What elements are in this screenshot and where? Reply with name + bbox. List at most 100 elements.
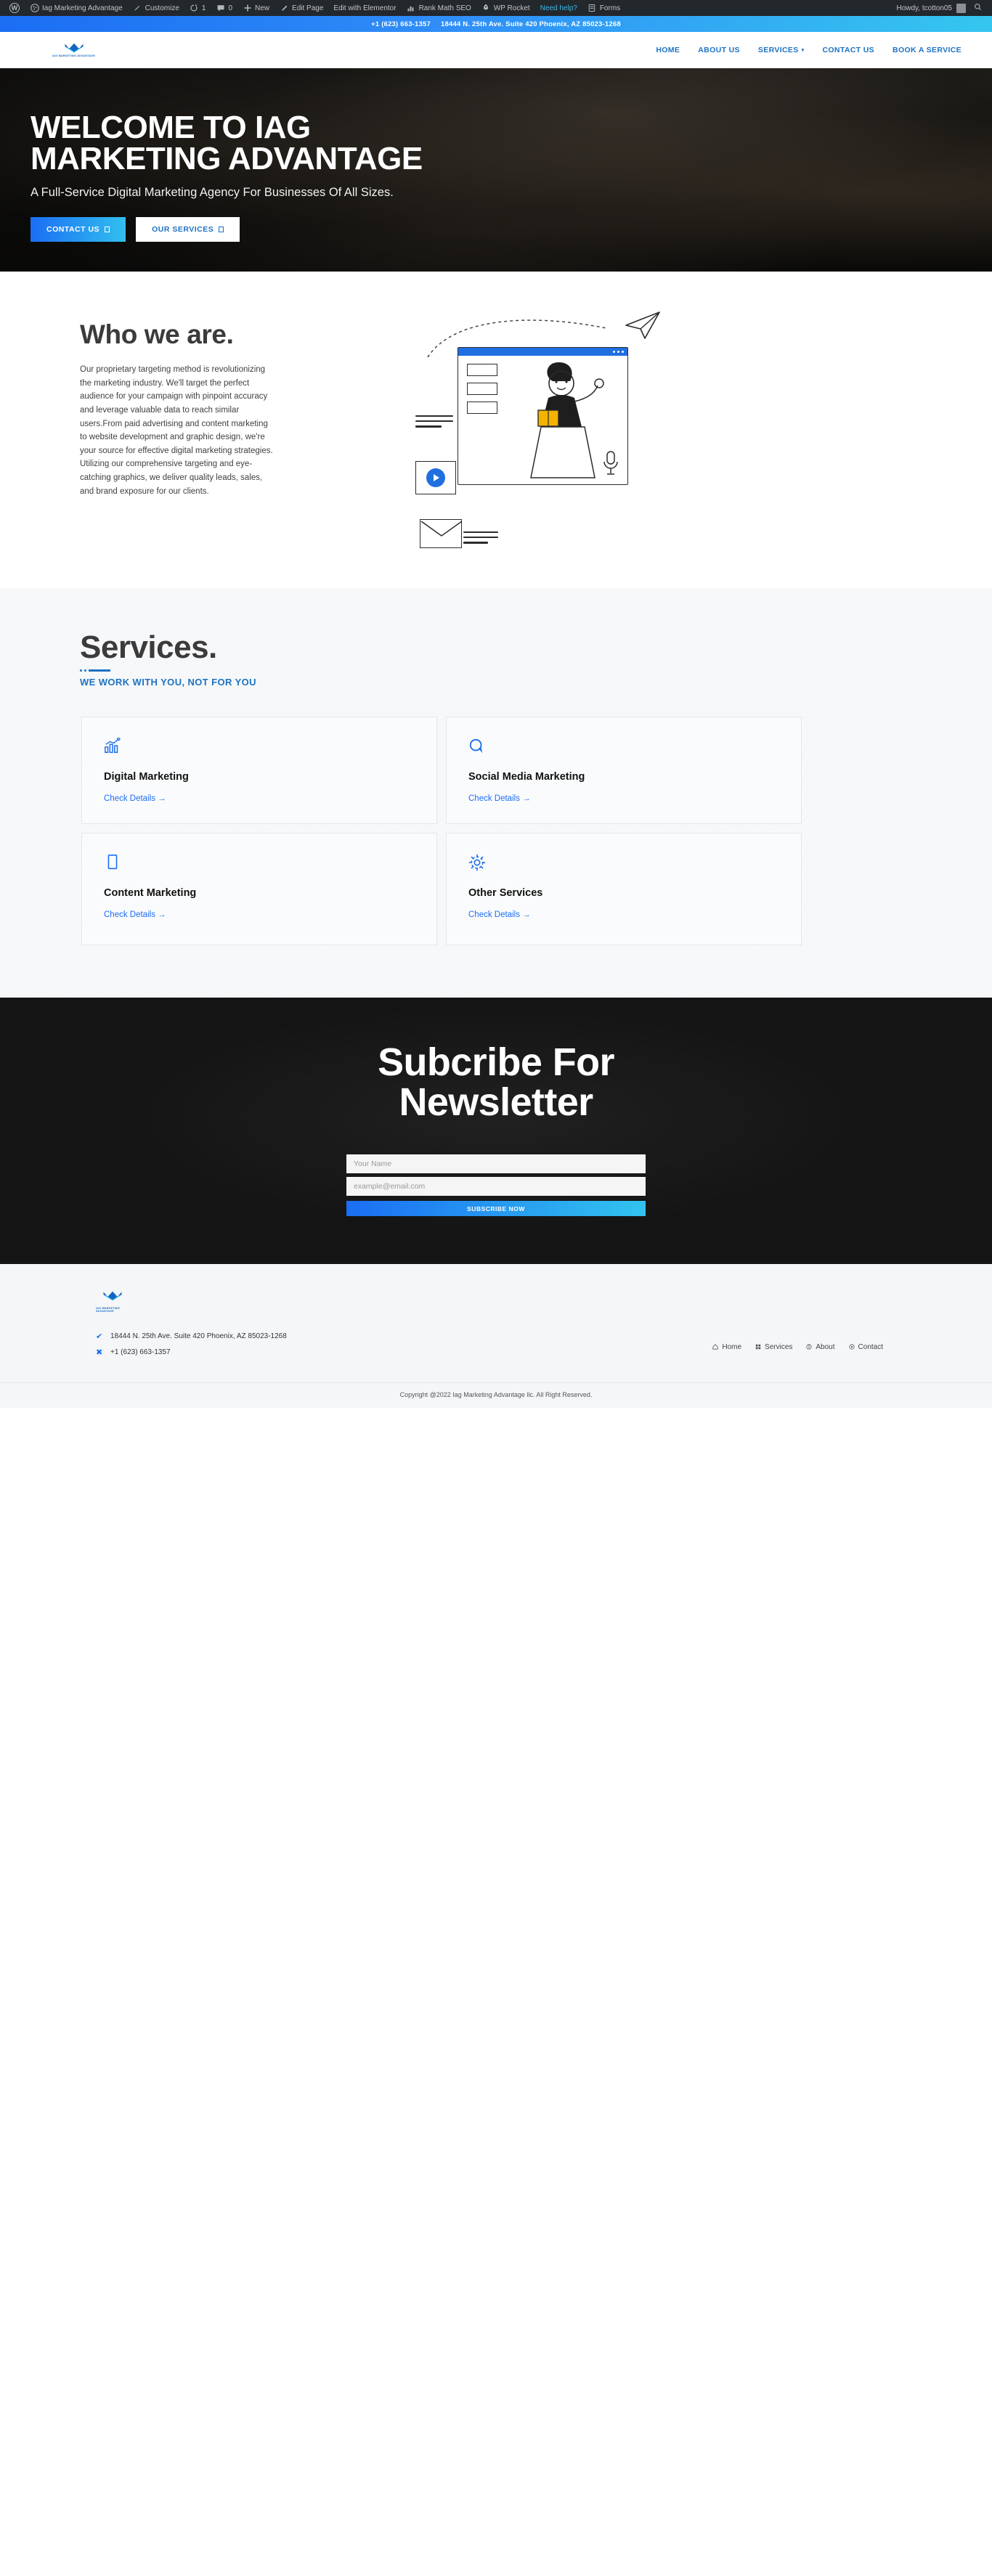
hero-section: WELCOME TO IAG MARKETING ADVANTAGE A Ful…: [0, 68, 992, 272]
nav-label-contact-us: CONTACT US: [822, 45, 875, 54]
service-card-digital-marketing[interactable]: Digital Marketing Check Details →: [81, 717, 437, 824]
admin-bar-new[interactable]: New: [237, 0, 275, 16]
services-icon: [755, 1344, 761, 1350]
chevron-down-icon: ▾: [801, 47, 805, 53]
footer-link-services[interactable]: Services: [755, 1343, 792, 1351]
footer-link-label: Home: [722, 1342, 742, 1351]
admin-bar-wp-rocket[interactable]: WP Rocket: [476, 0, 535, 16]
nav-label-about-us: ABOUT US: [698, 45, 740, 54]
admin-bar-site-name[interactable]: Iag Marketing Advantage: [25, 0, 128, 16]
microphone-icon: [603, 451, 618, 475]
our-services-button-label: OUR SERVICES: [152, 225, 214, 235]
service-card-title: Other Services: [468, 887, 543, 899]
admin-bar-forms[interactable]: Forms: [582, 0, 625, 16]
admin-bar-edit-page[interactable]: Edit Page: [275, 0, 328, 16]
hero-title-line1: WELCOME TO IAG: [31, 110, 311, 145]
contact-us-button[interactable]: CONTACT US: [31, 217, 126, 242]
contact-icon: [848, 1344, 855, 1350]
nav-item-book-a-service[interactable]: BOOK A SERVICE: [893, 46, 961, 54]
nav-item-home[interactable]: HOME: [656, 46, 680, 54]
site-footer: IAG MARKETING ADVANTAGE ✔ 18444 N. 25th …: [0, 1264, 992, 1408]
footer-links: Home Services About Contact: [712, 1332, 883, 1351]
newsletter-section: Subcribe For Newsletter SUBSCRIBE NOW: [0, 998, 992, 1264]
admin-bar-updates[interactable]: 1: [184, 0, 211, 16]
service-card-content-marketing[interactable]: Content Marketing Check Details →: [81, 833, 437, 945]
admin-bar-my-account[interactable]: Howdy, tcotton05: [891, 3, 971, 13]
footer-contact-info: ✔ 18444 N. 25th Ave. Suite 420 Phoenix, …: [96, 1332, 287, 1364]
admin-bar-rank-math-label: Rank Math SEO: [418, 4, 471, 12]
logo-crown-icon: [100, 1290, 125, 1305]
footer-link-label: Services: [765, 1342, 793, 1351]
main-navigation: HOME ABOUT US SERVICES ▾ CONTACT US BOOK …: [656, 46, 961, 54]
service-card-social-media-marketing[interactable]: Social Media Marketing Check Details →: [446, 717, 802, 824]
admin-bar-edit-elementor[interactable]: Edit with Elementor: [328, 0, 401, 16]
square-icon: [105, 227, 110, 233]
admin-bar-updates-count: 1: [201, 4, 206, 12]
newsletter-title-line1: Subcribe For: [378, 1040, 614, 1084]
newsletter-name-input[interactable]: [346, 1154, 646, 1174]
admin-bar-wp-rocket-label: WP Rocket: [493, 4, 530, 12]
admin-bar-search-button[interactable]: [971, 3, 988, 13]
service-card-link[interactable]: Check Details →: [104, 794, 166, 803]
admin-bar-need-help-link[interactable]: Need help?: [535, 4, 582, 12]
our-services-button[interactable]: OUR SERVICES: [136, 217, 240, 242]
topbar-phone[interactable]: +1 (623) 663-1357: [371, 20, 431, 28]
site-header: IAG MARKETING ADVANTAGE HOME ABOUT US SE…: [0, 32, 992, 68]
nav-label-services: SERVICES: [757, 45, 799, 54]
admin-bar-comments[interactable]: 0: [211, 0, 237, 16]
square-icon: [219, 227, 224, 233]
wordpress-logo-button[interactable]: W: [4, 0, 25, 16]
admin-bar-edit-page-label: Edit Page: [292, 4, 324, 12]
site-logo[interactable]: IAG MARKETING ADVANTAGE: [52, 42, 95, 57]
play-icon: [426, 468, 445, 487]
admin-bar-new-label: New: [255, 4, 270, 12]
services-section: Services. WE WORK WITH YOU, NOT FOR YOU …: [0, 588, 992, 998]
footer-link-about[interactable]: About: [806, 1343, 835, 1351]
phone-icon: ✖: [96, 1348, 103, 1357]
chat-bubble-icon: [468, 738, 779, 757]
footer-link-contact[interactable]: Contact: [848, 1343, 883, 1351]
footer-address: 18444 N. 25th Ave. Suite 420 Phoenix, AZ…: [110, 1332, 287, 1340]
home-icon: [712, 1344, 718, 1350]
footer-address-row: ✔ 18444 N. 25th Ave. Suite 420 Phoenix, …: [96, 1332, 287, 1341]
newsletter-submit-button[interactable]: SUBSCRIBE NOW: [346, 1201, 646, 1217]
hero-title: WELCOME TO IAG MARKETING ADVANTAGE: [31, 110, 992, 175]
footer-phone[interactable]: +1 (623) 663-1357: [110, 1348, 171, 1356]
nav-item-contact-us[interactable]: CONTACT US: [822, 46, 874, 54]
admin-bar-comments-count: 0: [228, 4, 233, 12]
admin-bar-customize-label: Customize: [145, 4, 179, 12]
dashboard-icon: [30, 4, 39, 13]
nav-item-about-us[interactable]: ABOUT US: [698, 46, 740, 54]
nav-item-services[interactable]: SERVICES ▾: [758, 46, 805, 54]
hero-content: WELCOME TO IAG MARKETING ADVANTAGE A Ful…: [0, 68, 992, 242]
services-subheading: WE WORK WITH YOU, NOT FOR YOU: [80, 677, 256, 688]
admin-bar-elementor-label: Edit with Elementor: [333, 4, 397, 12]
service-card-title: Digital Marketing: [104, 771, 189, 783]
footer-main-row: ✔ 18444 N. 25th Ave. Suite 420 Phoenix, …: [0, 1313, 992, 1364]
footer-link-home[interactable]: Home: [712, 1343, 741, 1351]
admin-bar-site-label: Iag Marketing Advantage: [42, 4, 123, 12]
newsletter-email-input[interactable]: [346, 1177, 646, 1197]
search-icon: [974, 4, 982, 13]
service-card-link[interactable]: Check Details →: [104, 910, 166, 919]
document-icon: [104, 854, 415, 873]
newsletter-title: Subcribe For Newsletter: [0, 1040, 992, 1122]
logo-crown-icon: [62, 42, 86, 54]
topbar-address: 18444 N. 25th Ave. Suite 420 Phoenix, AZ…: [441, 20, 621, 28]
services-divider: [80, 669, 992, 672]
plus-icon: [243, 4, 252, 13]
comments-icon: [216, 4, 225, 13]
top-contact-bar: +1 (623) 663-1357 18444 N. 25th Ave. Sui…: [0, 16, 992, 32]
footer-logo[interactable]: IAG MARKETING ADVANTAGE: [96, 1290, 129, 1313]
service-card-other-services[interactable]: Other Services Check Details →: [446, 833, 802, 945]
browser-window-illustration: [458, 347, 628, 485]
service-card-link[interactable]: Check Details →: [468, 910, 531, 919]
admin-bar-rank-math[interactable]: Rank Math SEO: [402, 0, 476, 16]
service-card-link[interactable]: Check Details →: [468, 794, 531, 803]
who-we-are-illustration: [290, 311, 992, 548]
wp-admin-bar: W Iag Marketing Advantage Customize 1 0 …: [0, 0, 992, 16]
chart-growth-icon: [104, 737, 415, 757]
brush-icon: [133, 4, 142, 13]
browser-content-boxes: [467, 364, 497, 420]
admin-bar-customize[interactable]: Customize: [128, 0, 184, 16]
